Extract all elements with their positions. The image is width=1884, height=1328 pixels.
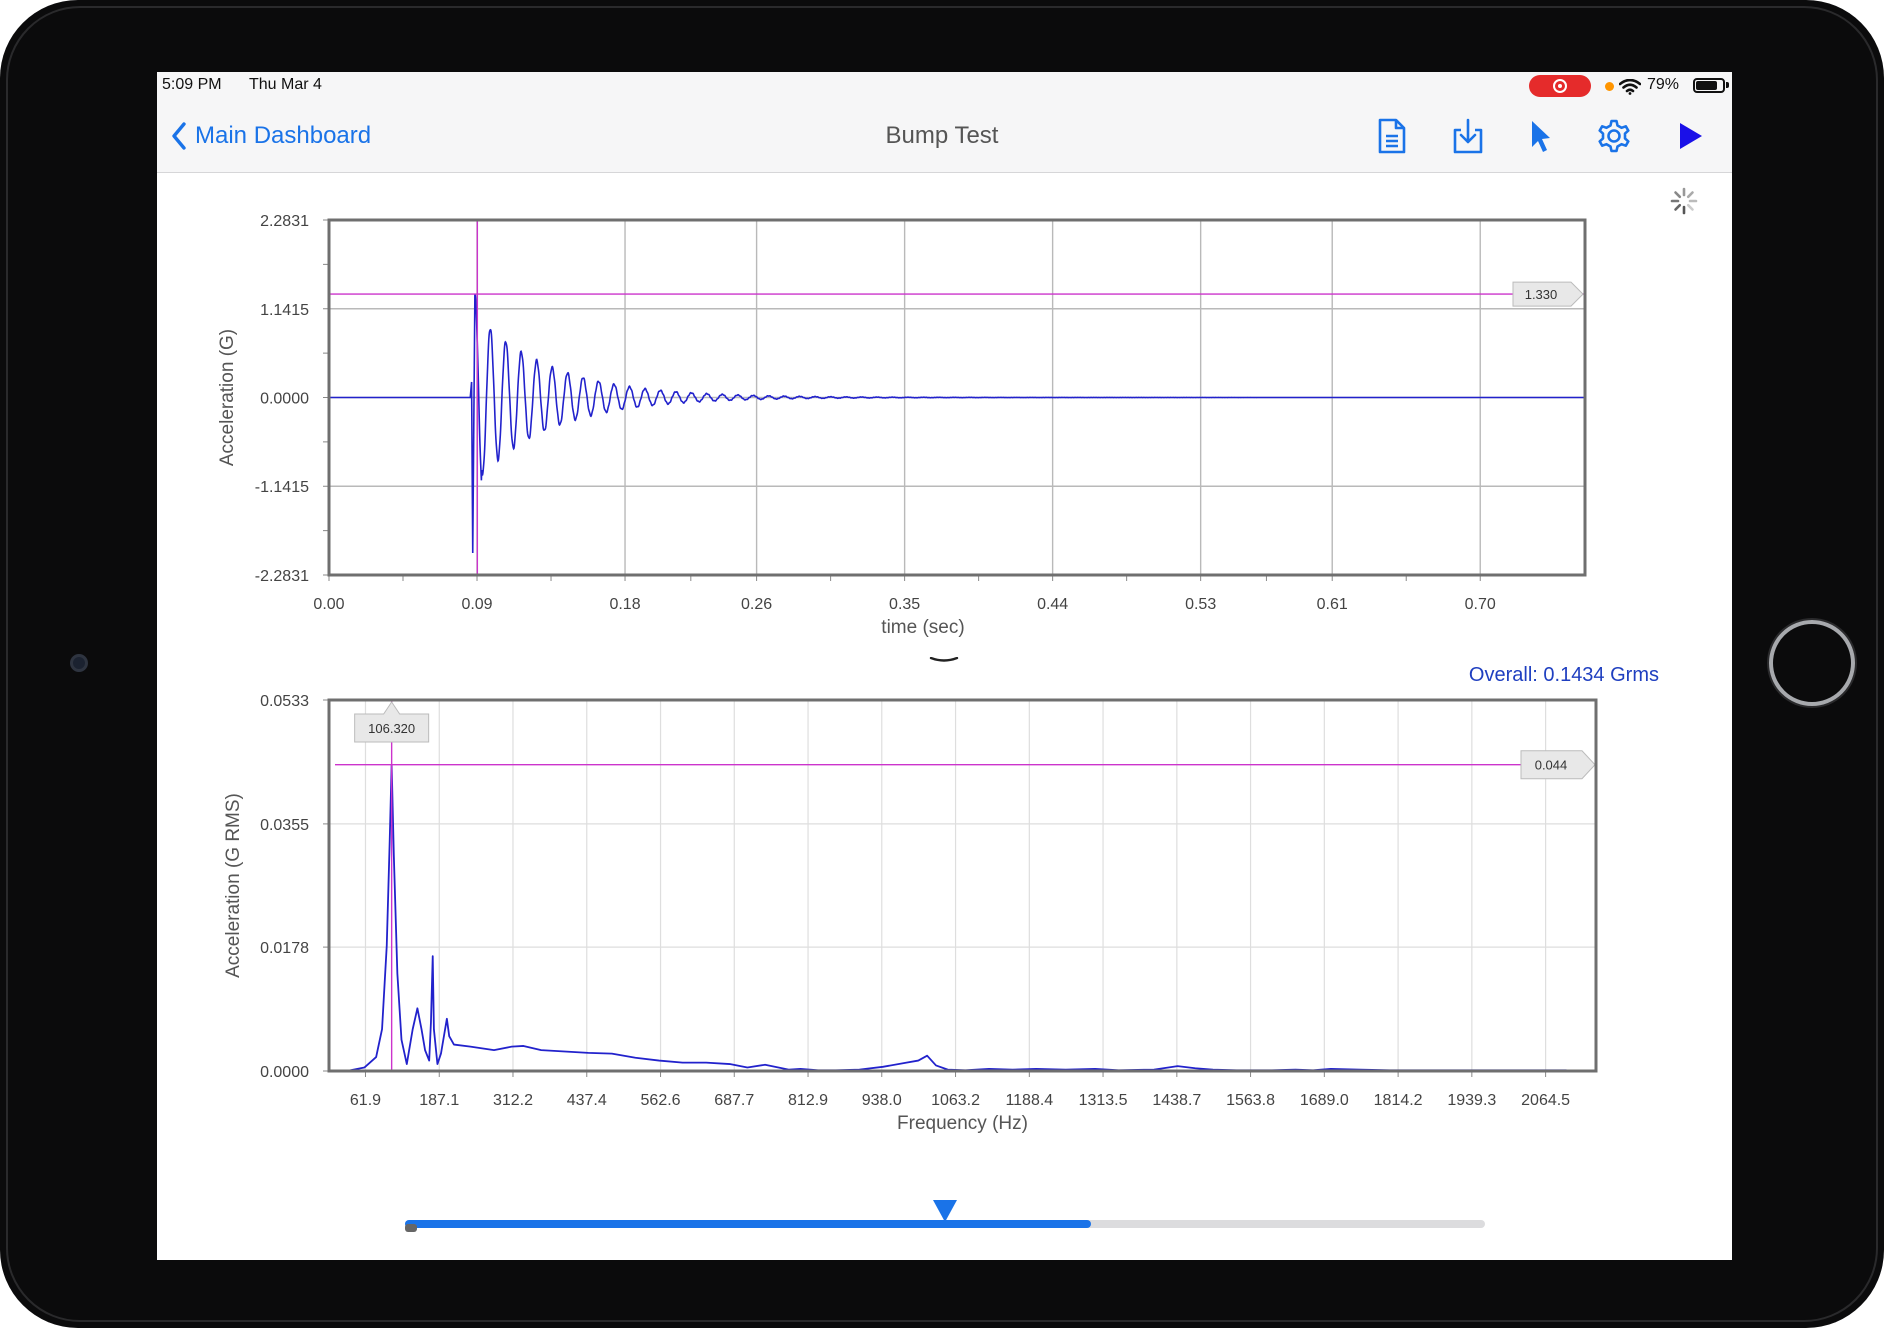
app-screen: 5:09 PM Thu Mar 4 79% Main Dashboard Bum… <box>157 72 1732 1260</box>
front-camera <box>70 654 88 672</box>
time-cursor-value: 1.330 <box>1525 287 1558 302</box>
x-tick-label: 0.53 <box>1185 596 1216 613</box>
x-axis-title: Frequency (Hz) <box>897 1113 1028 1134</box>
x-tick-label: 0.00 <box>313 596 344 613</box>
x-tick-label: 0.35 <box>889 596 920 613</box>
overall-grms-label: Overall: 0.1434 Grms <box>1468 664 1659 686</box>
x-tick-label: 1814.2 <box>1374 1092 1423 1109</box>
plot-area-2 <box>329 700 1596 1071</box>
x-tick-label: 0.61 <box>1317 596 1348 613</box>
playback-slider[interactable] <box>405 1200 1485 1238</box>
x-tick-label: 0.26 <box>741 596 772 613</box>
y-tick-label: 0.0533 <box>260 693 309 710</box>
x-tick-label: 1313.5 <box>1079 1092 1128 1109</box>
y-tick-label: -1.1415 <box>255 479 309 496</box>
x-tick-label: 0.44 <box>1037 596 1068 613</box>
y-axis-title: Acceleration (G) <box>217 329 238 466</box>
x-tick-label: 1939.3 <box>1447 1092 1496 1109</box>
x-tick-label: 61.9 <box>350 1092 381 1109</box>
x-tick-label: 1689.0 <box>1300 1092 1349 1109</box>
x-tick-label: 1563.8 <box>1226 1092 1275 1109</box>
x-tick-label: 562.6 <box>641 1092 681 1109</box>
slider-start-marker <box>405 1224 417 1232</box>
x-tick-label: 0.70 <box>1465 596 1496 613</box>
x-tick-label: 2064.5 <box>1521 1092 1570 1109</box>
x-tick-label: 812.9 <box>788 1092 828 1109</box>
x-tick-label: 1438.7 <box>1152 1092 1201 1109</box>
y-axis-title: Acceleration (G RMS) <box>223 793 244 978</box>
x-tick-label: 0.18 <box>609 596 640 613</box>
x-tick-label: 687.7 <box>714 1092 754 1109</box>
y-tick-label: 0.0000 <box>260 1064 309 1081</box>
panel-drag-handle[interactable] <box>929 657 959 663</box>
y-tick-label: 1.1415 <box>260 302 309 319</box>
y-tick-label: 0.0355 <box>260 817 309 834</box>
x-axis-title: time (sec) <box>881 617 964 638</box>
amplitude-cursor-value: 0.044 <box>1535 758 1568 773</box>
x-tick-label: 938.0 <box>862 1092 902 1109</box>
home-button[interactable] <box>1769 620 1855 706</box>
y-tick-label: -2.2831 <box>255 568 309 585</box>
y-tick-label: 0.0178 <box>260 940 309 957</box>
y-tick-label: 2.2831 <box>260 213 309 230</box>
x-tick-label: 312.2 <box>493 1092 533 1109</box>
x-tick-label: 437.4 <box>567 1092 607 1109</box>
ipad-frame: 5:09 PM Thu Mar 4 79% Main Dashboard Bum… <box>0 0 1884 1328</box>
x-tick-label: 1188.4 <box>1005 1092 1053 1109</box>
y-tick-label: 0.0000 <box>260 391 309 408</box>
frequency-cursor-value: 106.320 <box>368 721 415 736</box>
x-tick-label: 187.1 <box>419 1092 459 1109</box>
x-tick-label: 1063.2 <box>931 1092 980 1109</box>
slider-thumb[interactable] <box>933 1200 957 1222</box>
x-tick-label: 0.09 <box>461 596 492 613</box>
slider-fill <box>405 1220 1091 1228</box>
